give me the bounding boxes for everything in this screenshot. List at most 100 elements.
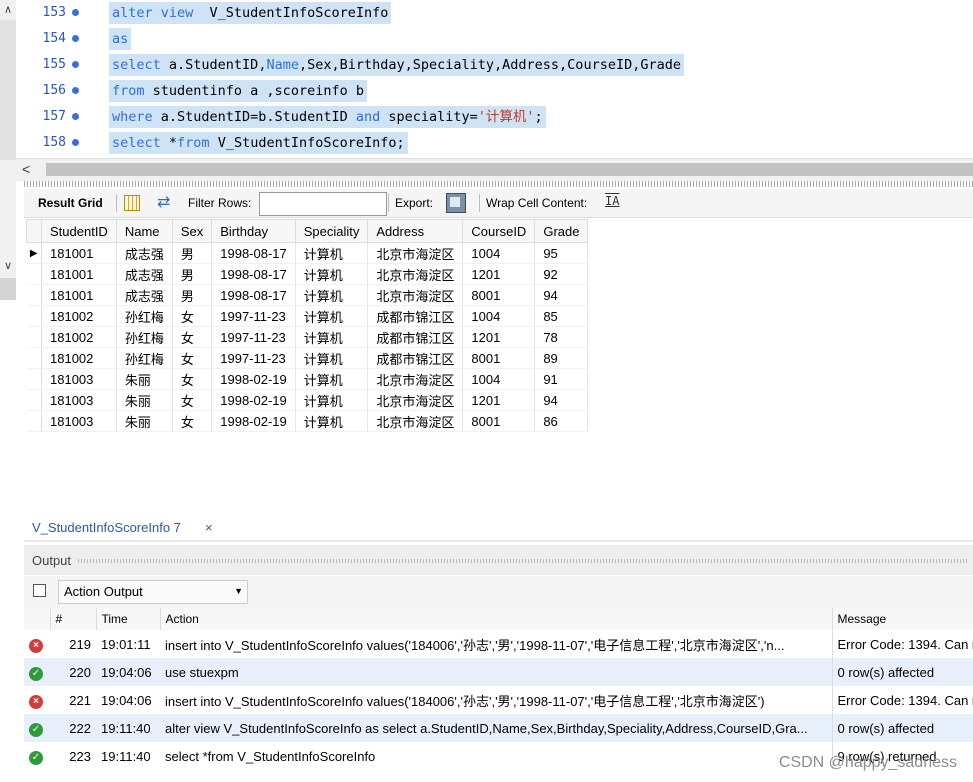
- log-message-cell[interactable]: 0 row(s) affected: [831, 714, 973, 742]
- row-indicator[interactable]: [26, 326, 42, 348]
- log-message-header[interactable]: Message: [832, 608, 973, 630]
- table-cell[interactable]: 1998-08-17: [211, 284, 296, 306]
- table-row[interactable]: ▶ 181001 成志强男 1998-08-17 计算机 北京市海淀区 1004 95: [26, 242, 589, 264]
- wrap-cell-content-icon[interactable]: IA: [605, 194, 619, 208]
- editor-horizontal-scrollbar[interactable]: <: [16, 158, 973, 181]
- log-action-cell[interactable]: insert into V_StudentInfoScoreInfo value…: [160, 630, 832, 658]
- scroll-down-arrow-icon[interactable]: ∨: [0, 258, 16, 274]
- log-message-cell[interactable]: Error Code: 1394. Can n: [831, 686, 973, 714]
- table-cell[interactable]: 女: [172, 410, 213, 432]
- log-message-cell[interactable]: 0 row(s) affected: [831, 658, 973, 686]
- table-cell[interactable]: 1201: [462, 389, 536, 411]
- table-cell[interactable]: 成志强: [116, 263, 173, 285]
- table-cell[interactable]: 女: [172, 326, 213, 348]
- table-cell[interactable]: 8001: [462, 347, 536, 369]
- table-cell[interactable]: 计算机: [295, 389, 369, 411]
- table-cell[interactable]: 成都市锦江区: [367, 326, 464, 348]
- log-num-cell[interactable]: 220: [50, 658, 96, 686]
- table-cell[interactable]: 1998-08-17: [211, 263, 296, 285]
- table-cell[interactable]: 计算机: [295, 284, 369, 306]
- current-row-arrow-icon[interactable]: ▶: [26, 242, 42, 264]
- log-time-cell[interactable]: 19:01:11: [96, 630, 160, 658]
- table-cell[interactable]: 1997-11-23: [211, 305, 296, 327]
- table-row[interactable]: 181003 朱丽女 1998-02-19 计算机 北京市海淀区 8001 86: [26, 410, 589, 432]
- column-header[interactable]: Speciality: [294, 219, 369, 243]
- column-header[interactable]: Grade: [534, 219, 589, 243]
- log-num-header[interactable]: #: [50, 608, 97, 630]
- column-header[interactable]: Sex: [171, 219, 213, 243]
- table-row[interactable]: 181002 孙红梅女 1997-11-23 计算机 成都市锦江区 8001 89: [26, 347, 589, 369]
- table-cell[interactable]: 成都市锦江区: [367, 305, 464, 327]
- table-cell[interactable]: 计算机: [295, 263, 369, 285]
- table-cell[interactable]: 女: [172, 389, 213, 411]
- splitter-handle[interactable]: [0, 278, 16, 300]
- table-cell[interactable]: 北京市海淀区: [367, 368, 464, 390]
- table-cell[interactable]: 1201: [462, 263, 536, 285]
- row-indicator[interactable]: [26, 284, 42, 306]
- table-cell[interactable]: 1004: [462, 368, 536, 390]
- table-cell[interactable]: 成志强: [116, 284, 173, 306]
- row-indicator[interactable]: [26, 347, 42, 369]
- table-cell[interactable]: 成都市锦江区: [367, 347, 464, 369]
- table-cell[interactable]: 孙红梅: [116, 326, 173, 348]
- table-cell[interactable]: 8001: [462, 284, 536, 306]
- row-indicator[interactable]: [26, 263, 42, 285]
- log-action-header[interactable]: Action: [160, 608, 833, 630]
- row-indicator[interactable]: [26, 368, 42, 390]
- table-cell[interactable]: 92: [534, 263, 589, 285]
- table-row[interactable]: 181001 成志强男 1998-08-17 计算机 北京市海淀区 8001 94: [26, 284, 589, 306]
- table-cell[interactable]: 北京市海淀区: [367, 263, 464, 285]
- scroll-thumb[interactable]: [46, 163, 973, 176]
- table-cell[interactable]: 女: [172, 347, 213, 369]
- column-header[interactable]: CourseID: [462, 219, 536, 243]
- table-cell[interactable]: 计算机: [295, 305, 369, 327]
- code-line[interactable]: 157 where a.StudentID=b.StudentID and spe…: [0, 104, 973, 130]
- table-cell[interactable]: 181002: [41, 347, 117, 369]
- table-cell[interactable]: 86: [534, 410, 589, 432]
- table-cell[interactable]: 181002: [41, 326, 117, 348]
- column-header[interactable]: StudentID: [41, 219, 117, 243]
- table-cell[interactable]: 北京市海淀区: [367, 410, 464, 432]
- table-row[interactable]: 181003 朱丽女 1998-02-19 计算机 北京市海淀区 1004 91: [26, 368, 589, 390]
- row-indicator[interactable]: [26, 389, 42, 411]
- log-time-cell[interactable]: 19:11:40: [96, 714, 160, 742]
- table-cell[interactable]: 1004: [462, 305, 536, 327]
- log-num-cell[interactable]: 221: [50, 686, 96, 714]
- table-cell[interactable]: 孙红梅: [116, 347, 173, 369]
- log-action-cell[interactable]: select *from V_StudentInfoScoreInfo: [160, 742, 832, 770]
- log-row[interactable]: × 221 19:04:06 insert into V_StudentInfoSco…: [24, 686, 973, 714]
- refresh-filter-icon[interactable]: ⇄: [157, 192, 170, 212]
- tab-result-label[interactable]: V_StudentInfoScoreInfo 7: [32, 520, 181, 535]
- code-line[interactable]: 156 from studentinfo a ,scoreinfo b: [0, 78, 973, 104]
- filter-rows-input[interactable]: [259, 192, 387, 216]
- table-cell[interactable]: 北京市海淀区: [367, 389, 464, 411]
- log-time-cell[interactable]: 19:04:06: [96, 686, 160, 714]
- table-cell[interactable]: 计算机: [295, 326, 369, 348]
- table-cell[interactable]: 85: [534, 305, 589, 327]
- table-cell[interactable]: 181001: [41, 284, 117, 306]
- table-cell[interactable]: 女: [172, 368, 213, 390]
- table-cell[interactable]: 1998-08-17: [211, 242, 296, 264]
- log-row[interactable]: × 219 19:01:11 insert into V_StudentInfoSco…: [24, 630, 973, 658]
- code-text[interactable]: as: [109, 28, 132, 50]
- scroll-left-arrow-icon[interactable]: <: [22, 161, 30, 177]
- log-time-header[interactable]: Time: [96, 608, 161, 630]
- table-cell[interactable]: 181002: [41, 305, 117, 327]
- table-cell[interactable]: 计算机: [295, 410, 369, 432]
- table-cell[interactable]: 成志强: [116, 242, 173, 264]
- table-cell[interactable]: 94: [534, 389, 589, 411]
- row-indicator[interactable]: [26, 410, 42, 432]
- table-cell[interactable]: 181003: [41, 389, 117, 411]
- code-line[interactable]: 155 select a.StudentID,Name,Sex,Birthday,…: [0, 52, 973, 78]
- log-num-cell[interactable]: 223: [50, 742, 96, 770]
- panel-grip[interactable]: [78, 559, 968, 563]
- table-cell[interactable]: 94: [534, 284, 589, 306]
- table-cell[interactable]: 计算机: [295, 368, 369, 390]
- log-message-cell[interactable]: Error Code: 1394. Can n: [831, 630, 973, 658]
- table-row[interactable]: 181003 朱丽女 1998-02-19 计算机 北京市海淀区 1201 94: [26, 389, 589, 411]
- table-cell[interactable]: 北京市海淀区: [367, 284, 464, 306]
- table-cell[interactable]: 男: [172, 263, 213, 285]
- log-action-cell[interactable]: alter view V_StudentInfoScoreInfo as sel…: [160, 714, 832, 742]
- table-cell[interactable]: 181003: [41, 410, 117, 432]
- splitter-grip[interactable]: [24, 181, 973, 187]
